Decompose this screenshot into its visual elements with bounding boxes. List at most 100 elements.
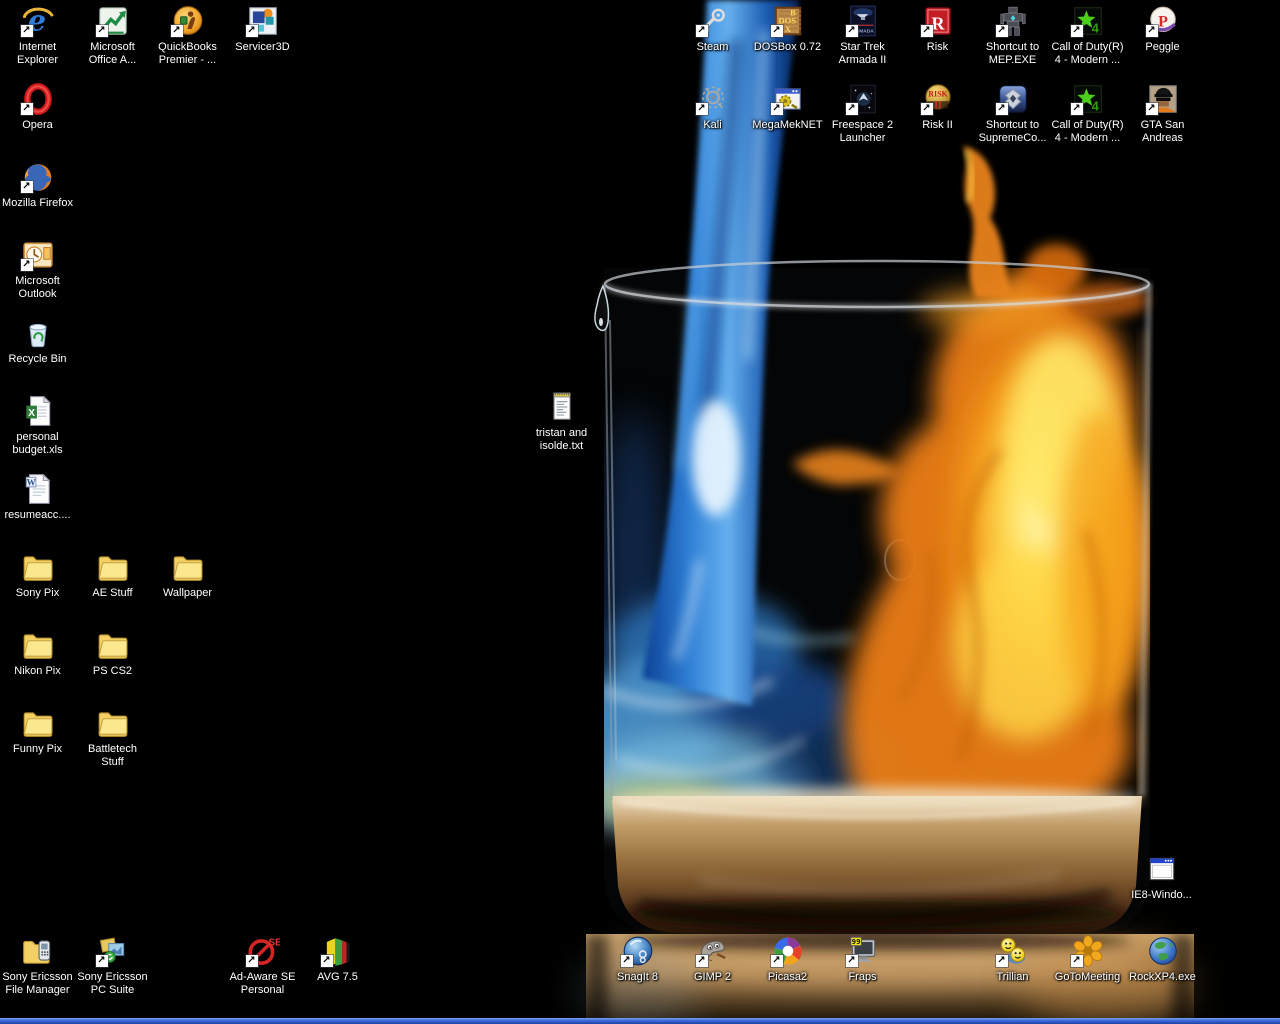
desktop-icon-label: Sony Pix xyxy=(0,587,75,600)
desktop-icon-ie8-windo[interactable]: IE8-Windo... xyxy=(1124,852,1199,902)
shortcut-arrow-overlay: ↗ xyxy=(846,25,858,37)
svg-text:4: 4 xyxy=(1091,21,1099,36)
peggle-icon: P↗ xyxy=(1146,4,1180,38)
desktop-icon-trillian[interactable]: ↗Trillian xyxy=(975,934,1050,984)
servicer3d-icon: ↗ xyxy=(246,4,280,38)
desktop-icon-sony-ericsson-pc-suite[interactable]: ↗Sony Ericsson PC Suite xyxy=(75,934,150,997)
svg-text:X: X xyxy=(784,24,791,34)
risk2-icon: RISKII↗ xyxy=(921,82,955,116)
desktop-icon-picasa2[interactable]: ↗Picasa2 xyxy=(750,934,825,984)
desktop-icon-gotomeeting[interactable]: ↗ GoToMeeting xyxy=(1050,934,1125,984)
desktop-icon-sony-ericsson-file-manager[interactable]: Sony Ericsson File Manager xyxy=(0,934,75,997)
desktop-icon-gta-san-andreas[interactable]: ↗GTA San Andreas xyxy=(1125,82,1200,145)
desktop-icon-resumeacc[interactable]: Wresumeacc.... xyxy=(0,472,75,522)
desktop-icon-risk-ii[interactable]: RISKII↗ Risk II xyxy=(900,82,975,132)
recycle-bin-icon xyxy=(21,316,55,350)
desktop-icon-servicer3d[interactable]: ↗Servicer3D xyxy=(225,4,300,54)
desktop-icon-star-trek-armada-ii[interactable]: ARMADA↗Star Trek Armada II xyxy=(825,4,900,67)
shortcut-arrow-overlay: ↗ xyxy=(246,955,258,967)
shortcut-arrow-overlay: ↗ xyxy=(996,25,1008,37)
desktop-icon-mozilla-firefox[interactable]: ↗ Mozilla Firefox xyxy=(0,160,75,210)
svg-text:X: X xyxy=(28,408,35,419)
desktop-icon-kali[interactable]: ↗Kali xyxy=(675,82,750,132)
desktop-icon-funny-pix[interactable]: Funny Pix xyxy=(0,706,75,756)
desktop-icon-peggle[interactable]: P↗ Peggle xyxy=(1125,4,1200,54)
desktop-icon-fraps[interactable]: 99↗Fraps xyxy=(825,934,900,984)
desktop-icon-freespace-2-launcher[interactable]: ↗ Freespace 2 Launcher xyxy=(825,82,900,145)
desktop-icon-label: SnagIt 8 xyxy=(600,971,675,984)
desktop-icon-rockxp4-exe[interactable]: RockXP4.exe xyxy=(1125,934,1200,984)
desktop-icon-steam[interactable]: ↗Steam xyxy=(675,4,750,54)
folder-icon xyxy=(96,706,130,740)
desktop-icon-shortcut-to-supremeco[interactable]: ↗Shortcut to SupremeCo... xyxy=(975,82,1050,145)
folder-icon xyxy=(21,628,55,662)
desktop-icon-label: Sony Ericsson File Manager xyxy=(0,971,75,997)
desktop-icon-gimp-2[interactable]: ↗GIMP 2 xyxy=(675,934,750,984)
desktop-icon-sony-pix[interactable]: Sony Pix xyxy=(0,550,75,600)
desktop-icon-label: RockXP4.exe xyxy=(1125,971,1200,984)
desktop-icon-label: Internet Explorer xyxy=(0,41,75,67)
trillian-icon: ↗ xyxy=(996,934,1030,968)
folder-icon xyxy=(21,706,55,740)
desktop-icon-tristan-and-isolde-txt[interactable]: tristan and isolde.txt xyxy=(524,390,599,453)
cod4-icon: 4↗ xyxy=(1071,4,1105,38)
sony-pc-suite-icon: ↗ xyxy=(96,934,130,968)
shortcut-arrow-overlay: ↗ xyxy=(696,955,708,967)
desktop-icon-label: Freespace 2 Launcher xyxy=(825,119,900,145)
desktop-icon-internet-explorer[interactable]: e↗Internet Explorer xyxy=(0,4,75,67)
desktop-icon-label: Steam xyxy=(675,41,750,54)
desktop-icon-label: AVG 7.5 xyxy=(300,971,375,984)
shortcut-arrow-overlay: ↗ xyxy=(1071,25,1083,37)
desktop-icon-label: tristan and isolde.txt xyxy=(524,427,599,453)
taskbar-edge[interactable] xyxy=(0,1018,1280,1024)
desktop-icon-ps-cs2[interactable]: PS CS2 xyxy=(75,628,150,678)
desktop-icon-label: Mozilla Firefox xyxy=(0,197,75,210)
desktop-icon-avg-7-5[interactable]: ↗ AVG 7.5 xyxy=(300,934,375,984)
megamek-icon: ↗ xyxy=(771,82,805,116)
desktop-icon-label: MegaMekNET xyxy=(750,119,825,132)
desktop-icon-call-of-duty-r-4-modern[interactable]: 4↗Call of Duty(R) 4 - Modern ... xyxy=(1050,4,1125,67)
desktop-icon-quickbooks-premier[interactable]: ↗QuickBooks Premier - ... xyxy=(150,4,225,67)
desktop-icon-microsoft-outlook[interactable]: ↗Microsoft Outlook xyxy=(0,238,75,301)
desktop-icon-dosbox-0-72[interactable]: BDOSX↗DOSBox 0.72 xyxy=(750,4,825,54)
shortcut-arrow-overlay: ↗ xyxy=(96,25,108,37)
desktop-icon-label: IE8-Windo... xyxy=(1124,889,1199,902)
shortcut-arrow-overlay: ↗ xyxy=(171,25,183,37)
desktop-icon-label: Microsoft Outlook xyxy=(0,275,75,301)
desktop-icon-ad-aware-se-personal[interactable]: SE↗Ad-Aware SE Personal xyxy=(225,934,300,997)
svg-text:RISK: RISK xyxy=(928,89,948,98)
desktop-icon-opera[interactable]: ↗Opera xyxy=(0,82,75,132)
mep-robot-icon: ↗ xyxy=(996,4,1030,38)
desktop-icon-label: Risk II xyxy=(900,119,975,132)
shortcut-arrow-overlay: ↗ xyxy=(621,955,633,967)
desktop-icon-battletech-stuff[interactable]: Battletech Stuff xyxy=(75,706,150,769)
ad-aware-icon: SE↗ xyxy=(246,934,280,968)
desktop-icon-nikon-pix[interactable]: Nikon Pix xyxy=(0,628,75,678)
desktop-icon-personal-budget-xls[interactable]: Xpersonal budget.xls xyxy=(0,394,75,457)
installer-window-icon xyxy=(1145,852,1179,886)
desktop-icon-risk[interactable]: R↗Risk xyxy=(900,4,975,54)
gotomeeting-icon: ↗ xyxy=(1071,934,1105,968)
desktop-icon-label: Peggle xyxy=(1125,41,1200,54)
excel-file-icon: X xyxy=(21,394,55,428)
desktop-icon-snagit-8[interactable]: ↗ SnagIt 8 xyxy=(600,934,675,984)
avg-icon: ↗ xyxy=(321,934,355,968)
desktop-icon-call-of-duty-r-4-modern[interactable]: 4↗Call of Duty(R) 4 - Modern ... xyxy=(1050,82,1125,145)
shortcut-arrow-overlay: ↗ xyxy=(1146,25,1158,37)
desktop-icon-shortcut-to-mep-exe[interactable]: ↗Shortcut to MEP.EXE xyxy=(975,4,1050,67)
desktop-icon-microsoft-office-a[interactable]: ↗Microsoft Office A... xyxy=(75,4,150,67)
desktop-icon-label: AE Stuff xyxy=(75,587,150,600)
desktop-icon-label: Call of Duty(R) 4 - Modern ... xyxy=(1050,41,1125,67)
snagit-icon: ↗ xyxy=(621,934,655,968)
shortcut-arrow-overlay: ↗ xyxy=(771,103,783,115)
desktop-icon-wallpaper[interactable]: Wallpaper xyxy=(150,550,225,600)
gta-sa-icon: ↗ xyxy=(1146,82,1180,116)
shortcut-arrow-overlay: ↗ xyxy=(846,103,858,115)
desktop-icon-label: GoToMeeting xyxy=(1050,971,1125,984)
desktop-icon-recycle-bin[interactable]: Recycle Bin xyxy=(0,316,75,366)
desktop-icon-ae-stuff[interactable]: AE Stuff xyxy=(75,550,150,600)
fraps-icon: 99↗ xyxy=(846,934,880,968)
shortcut-arrow-overlay: ↗ xyxy=(21,181,33,193)
desktop-icon-megameknet[interactable]: ↗ MegaMekNET xyxy=(750,82,825,132)
shortcut-arrow-overlay: ↗ xyxy=(96,955,108,967)
